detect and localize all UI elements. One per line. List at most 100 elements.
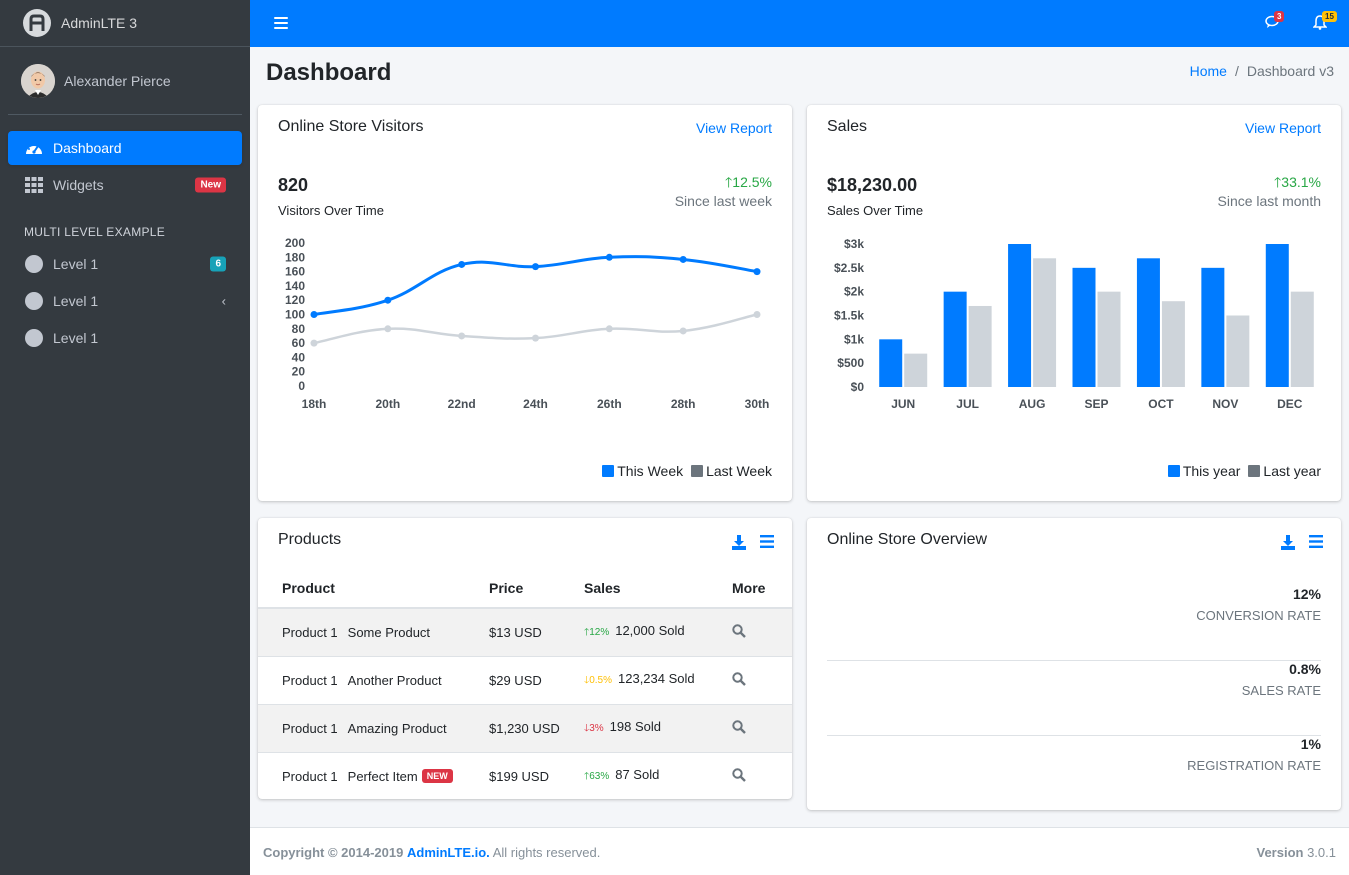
sales-pct: 3% [589,722,604,734]
download-icon[interactable] [1281,535,1295,550]
menu-toggle-icon[interactable] [274,17,288,29]
messages-button[interactable]: 3 [1265,11,1285,32]
x-tick-label: 30th [745,397,770,411]
y-tick-label: 120 [285,293,305,307]
brand-logo-icon [23,9,51,37]
circle-icon [24,328,44,348]
footer-copyright: Copyright © 2014-2019 AdminLTE.io. All r… [263,845,600,860]
card-tools [1281,535,1323,550]
download-icon[interactable] [732,535,746,550]
bar-this-year [1072,267,1096,387]
sidebar-item-dashboard[interactable]: Dashboard [8,131,242,165]
overview-row-sales: 0.8% SALES RATE [827,661,1321,736]
notifications-button[interactable]: 15 [1312,11,1337,33]
search-icon[interactable] [732,624,746,638]
y-tick-label: $500 [837,356,864,370]
card-title: Online Store Overview [827,531,988,548]
overview-card: Online Store Overview 12% CONVERSION RAT… [807,518,1341,810]
x-tick-label: 24th [523,397,548,411]
y-tick-label: 80 [292,322,306,336]
sidebar-item-widgets[interactable]: Widgets New [8,168,242,202]
main-footer: Copyright © 2014-2019 AdminLTE.io. All r… [250,827,1349,875]
chart-legend: This year Last year [1167,463,1321,479]
product-price: $199 USD [465,751,560,800]
card-title: Sales [827,118,868,135]
messages-badge: 3 [1274,11,1285,22]
table-header-row: Product Price Sales More [258,568,792,609]
footer-link[interactable]: AdminLTE.io. [407,845,490,860]
table-row: Product 1 Another Product $29 USD 🡓0.5% 12… [258,655,792,704]
data-point [458,332,466,340]
sidebar-item-label: Widgets [53,177,104,193]
view-report-link[interactable]: View Report [1245,120,1321,136]
sidebar-nav: Dashboard Widgets New MULTI LEVEL EXAMPL… [0,115,250,355]
sidebar-item-label: Dashboard [53,140,122,156]
overview-label: CONVERSION RATE [1196,608,1321,623]
sales-sold: 87 Sold [615,766,660,782]
sidebar-item-level-1-submenu[interactable]: Level 1 ‹ [8,284,242,318]
y-tick-label: $0 [851,380,865,394]
sales-sold: 12,000 Sold [615,622,685,638]
visitors-sub-label: Visitors Over Time [278,203,384,218]
product-name: Amazing Product [347,720,447,736]
data-point [458,260,466,268]
search-icon[interactable] [732,671,746,686]
overview-row-registration: 1% REGISTRATION RATE [827,736,1321,811]
x-tick-label: SEP [1084,397,1108,411]
bar-last-year [1097,291,1121,387]
search-icon[interactable] [732,768,746,782]
breadcrumb-current: Dashboard v3 [1246,63,1334,79]
sales-sub-label: Sales Over Time [827,203,924,218]
data-point [384,296,392,304]
version-label: Version [1256,845,1304,860]
x-tick-label: 18th [302,397,327,411]
product-price: $1,230 USD [465,703,560,752]
overview-label: SALES RATE [1241,683,1321,698]
bars-icon[interactable] [760,535,774,548]
sidebar-item-level-1-b[interactable]: Level 1 [8,321,242,355]
product-price: $29 USD [465,655,560,704]
y-tick-label: 20 [292,365,306,379]
new-badge: NEW [421,769,453,784]
brand-link[interactable]: AdminLTE 3 [0,0,250,47]
y-tick-label: 140 [285,279,305,293]
data-point [679,255,687,263]
product-image: Product 1 [282,768,338,784]
legend-swatch-this-year [1167,465,1180,477]
x-tick-label: 28th [671,397,696,411]
search-icon[interactable] [732,719,746,734]
view-report-link[interactable]: View Report [696,120,772,136]
bar-this-year [1136,258,1160,387]
bars-icon[interactable] [1309,535,1323,548]
x-tick-label: JUL [956,397,979,411]
data-point [310,339,318,347]
y-tick-label: 200 [285,236,305,250]
page-title: Dashboard [266,59,392,86]
product-name: Another Product [347,672,442,688]
data-point [532,263,539,271]
card-title: Online Store Visitors [278,118,424,135]
legend-last-week: Last Week [706,463,772,479]
data-point [310,311,318,318]
bar-this-year [1008,244,1032,387]
bar-this-year [1265,244,1289,387]
breadcrumb-home-link[interactable]: Home [1190,63,1227,79]
bar-last-year [1161,301,1185,387]
data-point [605,325,613,333]
user-panel[interactable]: Alexander Pierce [8,47,242,115]
overview-value: 12% [1292,586,1321,602]
x-tick-label: 26th [597,397,622,411]
y-tick-label: 60 [292,336,306,350]
sidebar-item-level-1[interactable]: Level 1 6 [8,247,242,281]
data-point [605,253,613,261]
card-tools [732,535,774,550]
legend-swatch-last-week [691,465,704,477]
top-navbar: 3 15 [250,0,1349,47]
y-tick-label: $1.5k [834,309,864,323]
circle-icon [24,254,44,274]
col-more: More [708,568,792,609]
x-tick-label: AUG [1019,397,1046,411]
col-price: Price [465,568,560,609]
col-product: Product [258,568,465,609]
y-tick-label: $3k [844,237,864,251]
